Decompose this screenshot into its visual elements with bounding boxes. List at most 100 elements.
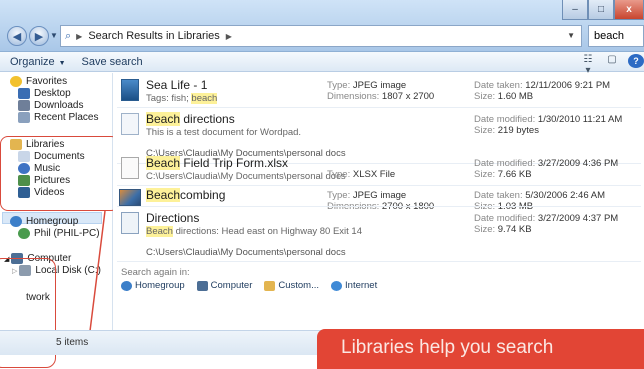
match-highlight: Beach bbox=[146, 188, 181, 202]
close-button[interactable]: x bbox=[614, 0, 644, 20]
result-date: Date modified: 3/27/2009 4:37 PM bbox=[474, 213, 618, 224]
nav-item-downloads[interactable]: Downloads bbox=[18, 100, 83, 111]
forward-button[interactable]: ▶ bbox=[29, 26, 49, 46]
star-icon bbox=[10, 76, 22, 87]
folder-icon bbox=[264, 280, 276, 291]
option-label: Custom... bbox=[278, 280, 320, 291]
field-key: Date modified: bbox=[474, 114, 538, 125]
result-size: Size: 219 bytes bbox=[474, 125, 539, 136]
search-again-internet[interactable]: Internet bbox=[331, 280, 377, 291]
result-path: C:\Users\Claudia\My Documents\personal d… bbox=[146, 171, 346, 182]
computer-icon bbox=[196, 280, 208, 291]
name-rest: combing bbox=[180, 188, 226, 202]
search-input[interactable]: beach bbox=[588, 25, 644, 47]
field-key: Type: bbox=[327, 190, 353, 201]
result-name: Beach directions bbox=[146, 112, 235, 126]
libraries-highlight-frame bbox=[0, 136, 119, 211]
field-value: JPEG image bbox=[352, 190, 407, 201]
help-icon[interactable]: ? bbox=[628, 54, 644, 68]
search-again-label: Search again in: bbox=[121, 267, 190, 278]
nav-item-homegroup[interactable]: Homegroup bbox=[10, 216, 78, 227]
field-key: Dimensions: bbox=[327, 91, 382, 102]
breadcrumb[interactable]: Search Results in Libraries bbox=[88, 30, 219, 42]
organize-button[interactable]: Organize ▼ bbox=[10, 56, 66, 68]
field-value: 1.60 MB bbox=[497, 91, 534, 102]
result-name: Sea Life - 1 bbox=[146, 78, 208, 92]
nav-item-recent[interactable]: Recent Places bbox=[18, 112, 98, 123]
field-value: 1/30/2010 11:21 AM bbox=[537, 114, 623, 125]
field-value: 5/30/2006 2:46 AM bbox=[525, 190, 605, 201]
result-row[interactable]: Beach Field Trip Form.xlsx C:\Users\Clau… bbox=[113, 154, 644, 184]
result-tags: Tags: fish; beach bbox=[146, 93, 218, 104]
downloads-icon bbox=[18, 100, 30, 111]
search-results-list: Sea Life - 1 Tags: fish; beach Type: JPE… bbox=[113, 73, 644, 355]
item-count: 5 items bbox=[56, 337, 89, 348]
recent-pages-dropdown[interactable]: ▼ bbox=[50, 31, 58, 40]
breadcrumb-chevron-icon[interactable]: ▶ bbox=[226, 32, 232, 41]
field-key: Size: bbox=[474, 169, 498, 180]
option-label: Computer bbox=[210, 280, 253, 291]
search-again-custom[interactable]: Custom... bbox=[264, 280, 319, 291]
document-file-icon bbox=[121, 113, 139, 135]
match-highlight: Beach bbox=[146, 156, 181, 170]
result-date: Date modified: 3/27/2009 4:36 PM bbox=[474, 158, 618, 169]
result-name: Directions bbox=[146, 211, 200, 225]
field-value: 3/27/2009 4:37 PM bbox=[537, 213, 619, 224]
chevron-down-icon: ▼ bbox=[56, 59, 66, 67]
back-button[interactable]: ◀ bbox=[7, 26, 27, 46]
address-bar[interactable]: ⌕ ▶ Search Results in Libraries ▶ ▼ bbox=[60, 25, 582, 47]
homegroup-icon bbox=[10, 216, 22, 227]
match-highlight: Beach bbox=[146, 112, 181, 126]
field-value: 219 bytes bbox=[497, 125, 539, 136]
homegroup-icon bbox=[121, 280, 132, 291]
window-controls: – □ x bbox=[562, 0, 644, 22]
field-key: Date modified: bbox=[474, 213, 538, 224]
result-snippet: Beach directions: Head east on Highway 8… bbox=[146, 226, 362, 237]
nav-item-desktop[interactable]: Desktop bbox=[18, 88, 71, 99]
nav-label: Desktop bbox=[34, 88, 71, 99]
breadcrumb-chevron-icon[interactable]: ▶ bbox=[76, 32, 82, 41]
field-value: XLSX File bbox=[352, 169, 396, 180]
title-bar: – □ x ◀ ▶ ▼ ⌕ ▶ Search Results in Librar… bbox=[0, 0, 644, 52]
result-date: Date taken: 12/11/2006 9:21 PM bbox=[474, 80, 610, 91]
arrow-left-icon: ◀ bbox=[12, 30, 22, 43]
field-key: Date taken: bbox=[474, 80, 526, 91]
match-highlight: Beach bbox=[146, 226, 173, 237]
field-key: Size: bbox=[474, 125, 498, 136]
result-type: Type: XLSX File bbox=[327, 169, 395, 180]
minimize-button[interactable]: – bbox=[562, 0, 588, 20]
maximize-button[interactable]: □ bbox=[588, 0, 614, 20]
field-value: 1807 x 2700 bbox=[381, 91, 435, 102]
result-type: Type: JPEG image bbox=[327, 190, 406, 201]
field-key: Size: bbox=[474, 91, 498, 102]
recent-places-icon bbox=[18, 112, 30, 123]
user-icon bbox=[18, 228, 30, 239]
row-divider bbox=[117, 206, 641, 207]
result-row[interactable]: Directions Beach directions: Head east o… bbox=[113, 209, 644, 259]
name-rest: directions bbox=[180, 112, 235, 126]
organize-label: Organize bbox=[10, 55, 55, 68]
search-again-computer[interactable]: Computer bbox=[196, 280, 253, 291]
result-type: Type: JPEG image bbox=[327, 80, 406, 91]
document-file-icon bbox=[121, 212, 139, 234]
callout-text: Libraries help you search bbox=[341, 337, 554, 358]
save-search-button[interactable]: Save search bbox=[82, 56, 143, 68]
match-highlight: beach bbox=[191, 93, 218, 104]
nav-label: Homegroup bbox=[26, 216, 79, 227]
image-file-icon bbox=[121, 79, 139, 101]
option-label: Internet bbox=[345, 280, 378, 291]
libraries-callout: Libraries help you search bbox=[317, 329, 644, 369]
arrow-right-icon: ▶ bbox=[34, 30, 44, 43]
nav-label: Downloads bbox=[34, 100, 84, 111]
nav-item-favorites[interactable]: Favorites bbox=[10, 76, 67, 87]
field-value: 12/11/2006 9:21 PM bbox=[525, 80, 611, 91]
result-path: C:\Users\Claudia\My Documents\personal d… bbox=[146, 247, 346, 258]
result-size: Size: 1.60 MB bbox=[474, 91, 533, 102]
row-divider bbox=[117, 107, 641, 108]
result-date: Date taken: 5/30/2006 2:46 AM bbox=[474, 190, 605, 201]
search-again-homegroup[interactable]: Homegroup bbox=[121, 280, 185, 291]
option-label: Homegroup bbox=[135, 280, 185, 291]
chevron-down-icon[interactable]: ▼ bbox=[567, 31, 575, 40]
result-row[interactable]: Beach directions This is a test document… bbox=[113, 110, 644, 159]
result-row[interactable]: Sea Life - 1 Tags: fish; beach Type: JPE… bbox=[113, 76, 644, 106]
